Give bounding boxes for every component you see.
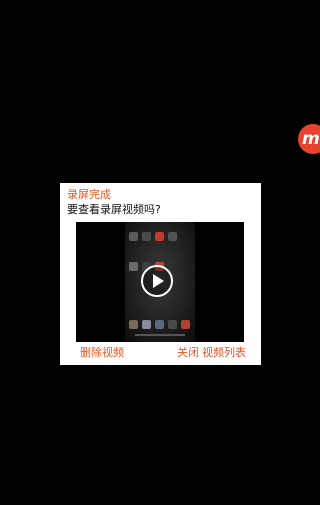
floating-recorder-button[interactable]: m [298, 124, 320, 154]
screen: m 录屏完成 要查看录屏视频吗? 删除视频 关闭 视频列表 [0, 0, 320, 505]
dialog-title: 录屏完成 [67, 188, 111, 201]
video-preview[interactable] [76, 222, 244, 342]
recorder-logo-icon: m [302, 128, 320, 149]
recording-complete-dialog: 录屏完成 要查看录屏视频吗? 删除视频 关闭 视频列表 [60, 183, 261, 365]
play-icon [153, 274, 164, 288]
delete-video-button[interactable]: 删除视频 [80, 346, 124, 360]
dialog-actions: 删除视频 关闭 视频列表 [60, 346, 261, 362]
video-list-button[interactable]: 视频列表 [202, 346, 246, 360]
close-button[interactable]: 关闭 [177, 346, 199, 360]
play-button[interactable] [141, 265, 173, 297]
dialog-message: 要查看录屏视频吗? [67, 203, 161, 216]
